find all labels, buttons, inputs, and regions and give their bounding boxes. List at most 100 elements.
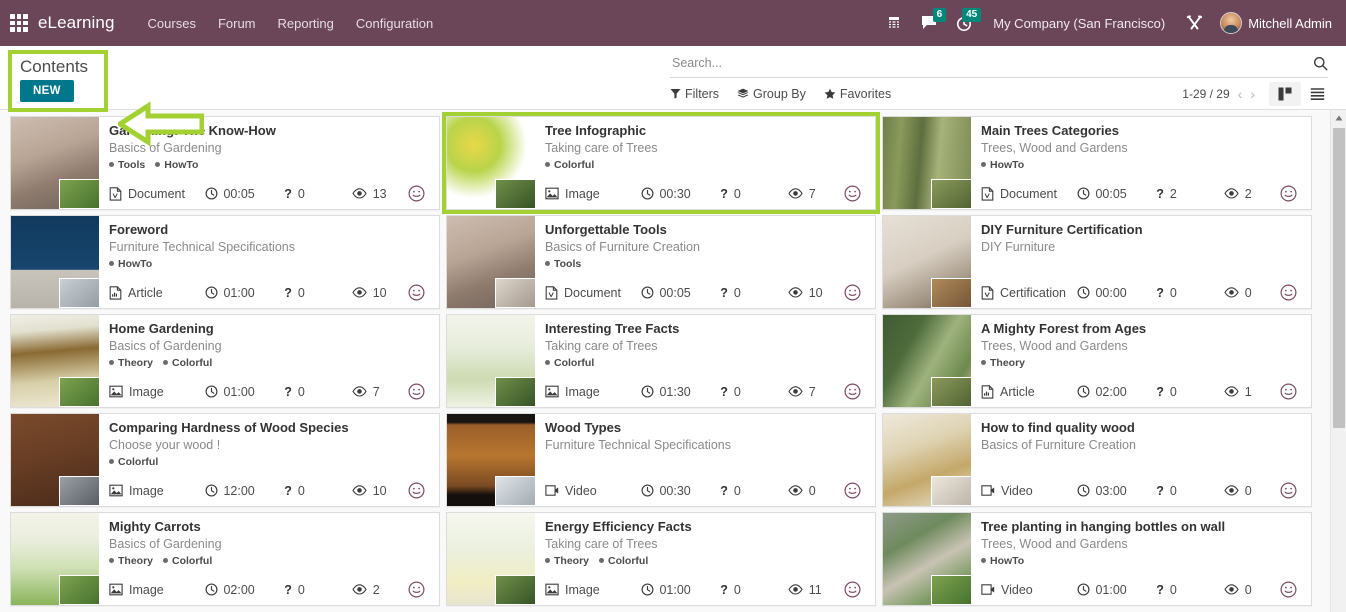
filters-button[interactable]: Filters [670, 83, 729, 105]
card-course-name: Basics of Gardening [109, 339, 222, 353]
smiley-icon[interactable] [408, 581, 431, 598]
smiley-icon[interactable] [408, 284, 431, 301]
company-selector[interactable]: My Company (San Francisco) [983, 16, 1175, 31]
search-bar[interactable] [670, 49, 1328, 79]
nav-item-reporting[interactable]: Reporting [267, 10, 345, 37]
smiley-icon[interactable] [408, 482, 431, 499]
tag-dot-icon [109, 360, 114, 365]
content-card[interactable]: Home Gardening Basics of Gardening Theory C… [10, 314, 440, 408]
list-icon[interactable] [1301, 82, 1334, 106]
card-duration: 01:00 [205, 286, 284, 300]
content-card[interactable]: Tree planting in hanging bottles on wall… [882, 512, 1312, 606]
smiley-icon[interactable] [844, 284, 867, 301]
card-tag: Colorful [109, 454, 158, 469]
dialpad-icon[interactable] [878, 11, 910, 35]
card-questions: ? 0 [1156, 583, 1224, 597]
smiley-icon[interactable] [844, 581, 867, 598]
nav-item-configuration[interactable]: Configuration [345, 10, 444, 37]
smiley-icon[interactable] [1280, 284, 1303, 301]
card-questions-value: 0 [1169, 285, 1177, 300]
image-icon [109, 484, 123, 497]
search-input[interactable] [670, 56, 1307, 71]
content-card[interactable]: Foreword Furniture Technical Specificatio… [10, 215, 440, 309]
nav-item-forum[interactable]: Forum [207, 10, 267, 37]
content-card[interactable]: Gardening: The Know-How Basics of Gardeni… [10, 116, 440, 210]
card-tag: HowTo [155, 157, 198, 172]
vertical-scrollbar[interactable] [1330, 110, 1346, 612]
card-content-type-label: Document [564, 285, 621, 300]
smiley-icon[interactable] [844, 383, 867, 400]
card-questions-value: 0 [733, 186, 741, 201]
tools-icon[interactable] [1177, 10, 1212, 36]
card-course-name: Taking care of Trees [545, 537, 658, 551]
tag-dot-icon [109, 261, 114, 266]
smiley-icon[interactable] [844, 482, 867, 499]
smiley-icon[interactable] [844, 185, 867, 202]
smiley-icon[interactable] [408, 383, 431, 400]
card-course-name: Trees, Wood and Gardens [981, 339, 1128, 353]
content-card[interactable]: Comparing Hardness of Wood Species Choose… [10, 413, 440, 507]
card-views: 0 [1224, 286, 1280, 300]
question-mark-icon: ? [1156, 582, 1164, 597]
kanban-icon[interactable] [1269, 81, 1301, 106]
card-thumbnail-inset [59, 575, 99, 605]
smiley-icon[interactable] [1280, 482, 1303, 499]
favorites-label: Favorites [839, 86, 892, 101]
scrollbar-thumb[interactable] [1333, 128, 1345, 428]
eye-icon [1224, 188, 1239, 199]
content-card[interactable]: Main Trees Categories Trees, Wood and Gar… [882, 116, 1312, 210]
content-card[interactable]: Unforgettable Tools Basics of Furniture C… [446, 215, 876, 309]
card-tag: Theory [109, 553, 153, 568]
group-by-button[interactable]: Group By [737, 83, 816, 105]
card-title: Gardening: The Know-How [109, 123, 276, 138]
smiley-icon[interactable] [1280, 383, 1303, 400]
smiley-icon[interactable] [408, 185, 431, 202]
content-card[interactable]: A Mighty Forest from Ages Trees, Wood and… [882, 314, 1312, 408]
card-body: Gardening: The Know-How Basics of Gardeni… [99, 117, 439, 209]
clock-icon [205, 484, 218, 497]
nav-item-courses[interactable]: Courses [137, 10, 207, 37]
content-card[interactable]: Wood Types Furniture Technical Specificat… [446, 413, 876, 507]
content-card[interactable]: Mighty Carrots Basics of Gardening Theory C… [10, 512, 440, 606]
app-brand-elearning[interactable]: eLearning [38, 13, 115, 33]
content-card[interactable]: Energy Efficiency Facts Taking care of Tr… [446, 512, 876, 606]
apps-grid-icon[interactable] [6, 10, 32, 36]
eye-icon [788, 485, 803, 496]
chat-bubble-icon[interactable]: 6 [912, 8, 947, 35]
question-mark-icon: ? [284, 384, 292, 399]
content-card[interactable]: Interesting Tree Facts Taking care of Tre… [446, 314, 876, 408]
card-footer: Image 01:00? 0 7 [109, 383, 431, 407]
pager-count[interactable]: 1-29 / 29 [1182, 87, 1233, 101]
card-duration-value: 01:00 [223, 285, 255, 300]
card-tag-label: Colorful [118, 455, 159, 468]
card-tag-label: Colorful [608, 554, 649, 567]
chevron-right-icon[interactable]: › [1246, 86, 1259, 102]
card-thumbnail-inset [59, 476, 99, 506]
card-title: Home Gardening [109, 321, 214, 336]
eye-icon [788, 287, 803, 298]
navbar-right-group: 6 45 My Company (San Francisco) Mitchell… [878, 7, 1336, 36]
content-card[interactable]: DIY Furniture Certification DIY Furniture… [882, 215, 1312, 309]
card-views: 7 [788, 187, 844, 201]
new-button[interactable]: NEW [20, 80, 74, 102]
user-menu[interactable]: Mitchell Admin [1214, 12, 1336, 34]
card-questions: ? 0 [1156, 286, 1224, 300]
chevron-left-icon[interactable]: ‹ [1234, 86, 1247, 102]
card-course-name: Trees, Wood and Gardens [981, 537, 1128, 551]
favorites-button[interactable]: Favorites [824, 83, 901, 105]
clock-icon[interactable]: 45 [948, 7, 982, 36]
smiley-icon[interactable] [1280, 185, 1303, 202]
smiley-icon[interactable] [1280, 581, 1303, 598]
card-thumbnail [883, 216, 971, 308]
content-card[interactable]: How to find quality wood Basics of Furnit… [882, 413, 1312, 507]
card-thumbnail [883, 117, 971, 209]
scroll-up-arrow[interactable] [1331, 110, 1346, 126]
layers-icon [737, 88, 749, 98]
card-body: DIY Furniture Certification DIY Furniture… [971, 216, 1311, 308]
card-questions-value: 0 [297, 285, 305, 300]
card-thumbnail-inset [931, 476, 971, 506]
breadcrumb: Contents NEW [12, 52, 98, 109]
content-card[interactable]: Tree Infographic Taking care of Trees Colo… [442, 112, 880, 214]
card-duration-value: 01:00 [223, 384, 255, 399]
search-icon[interactable] [1307, 56, 1328, 71]
